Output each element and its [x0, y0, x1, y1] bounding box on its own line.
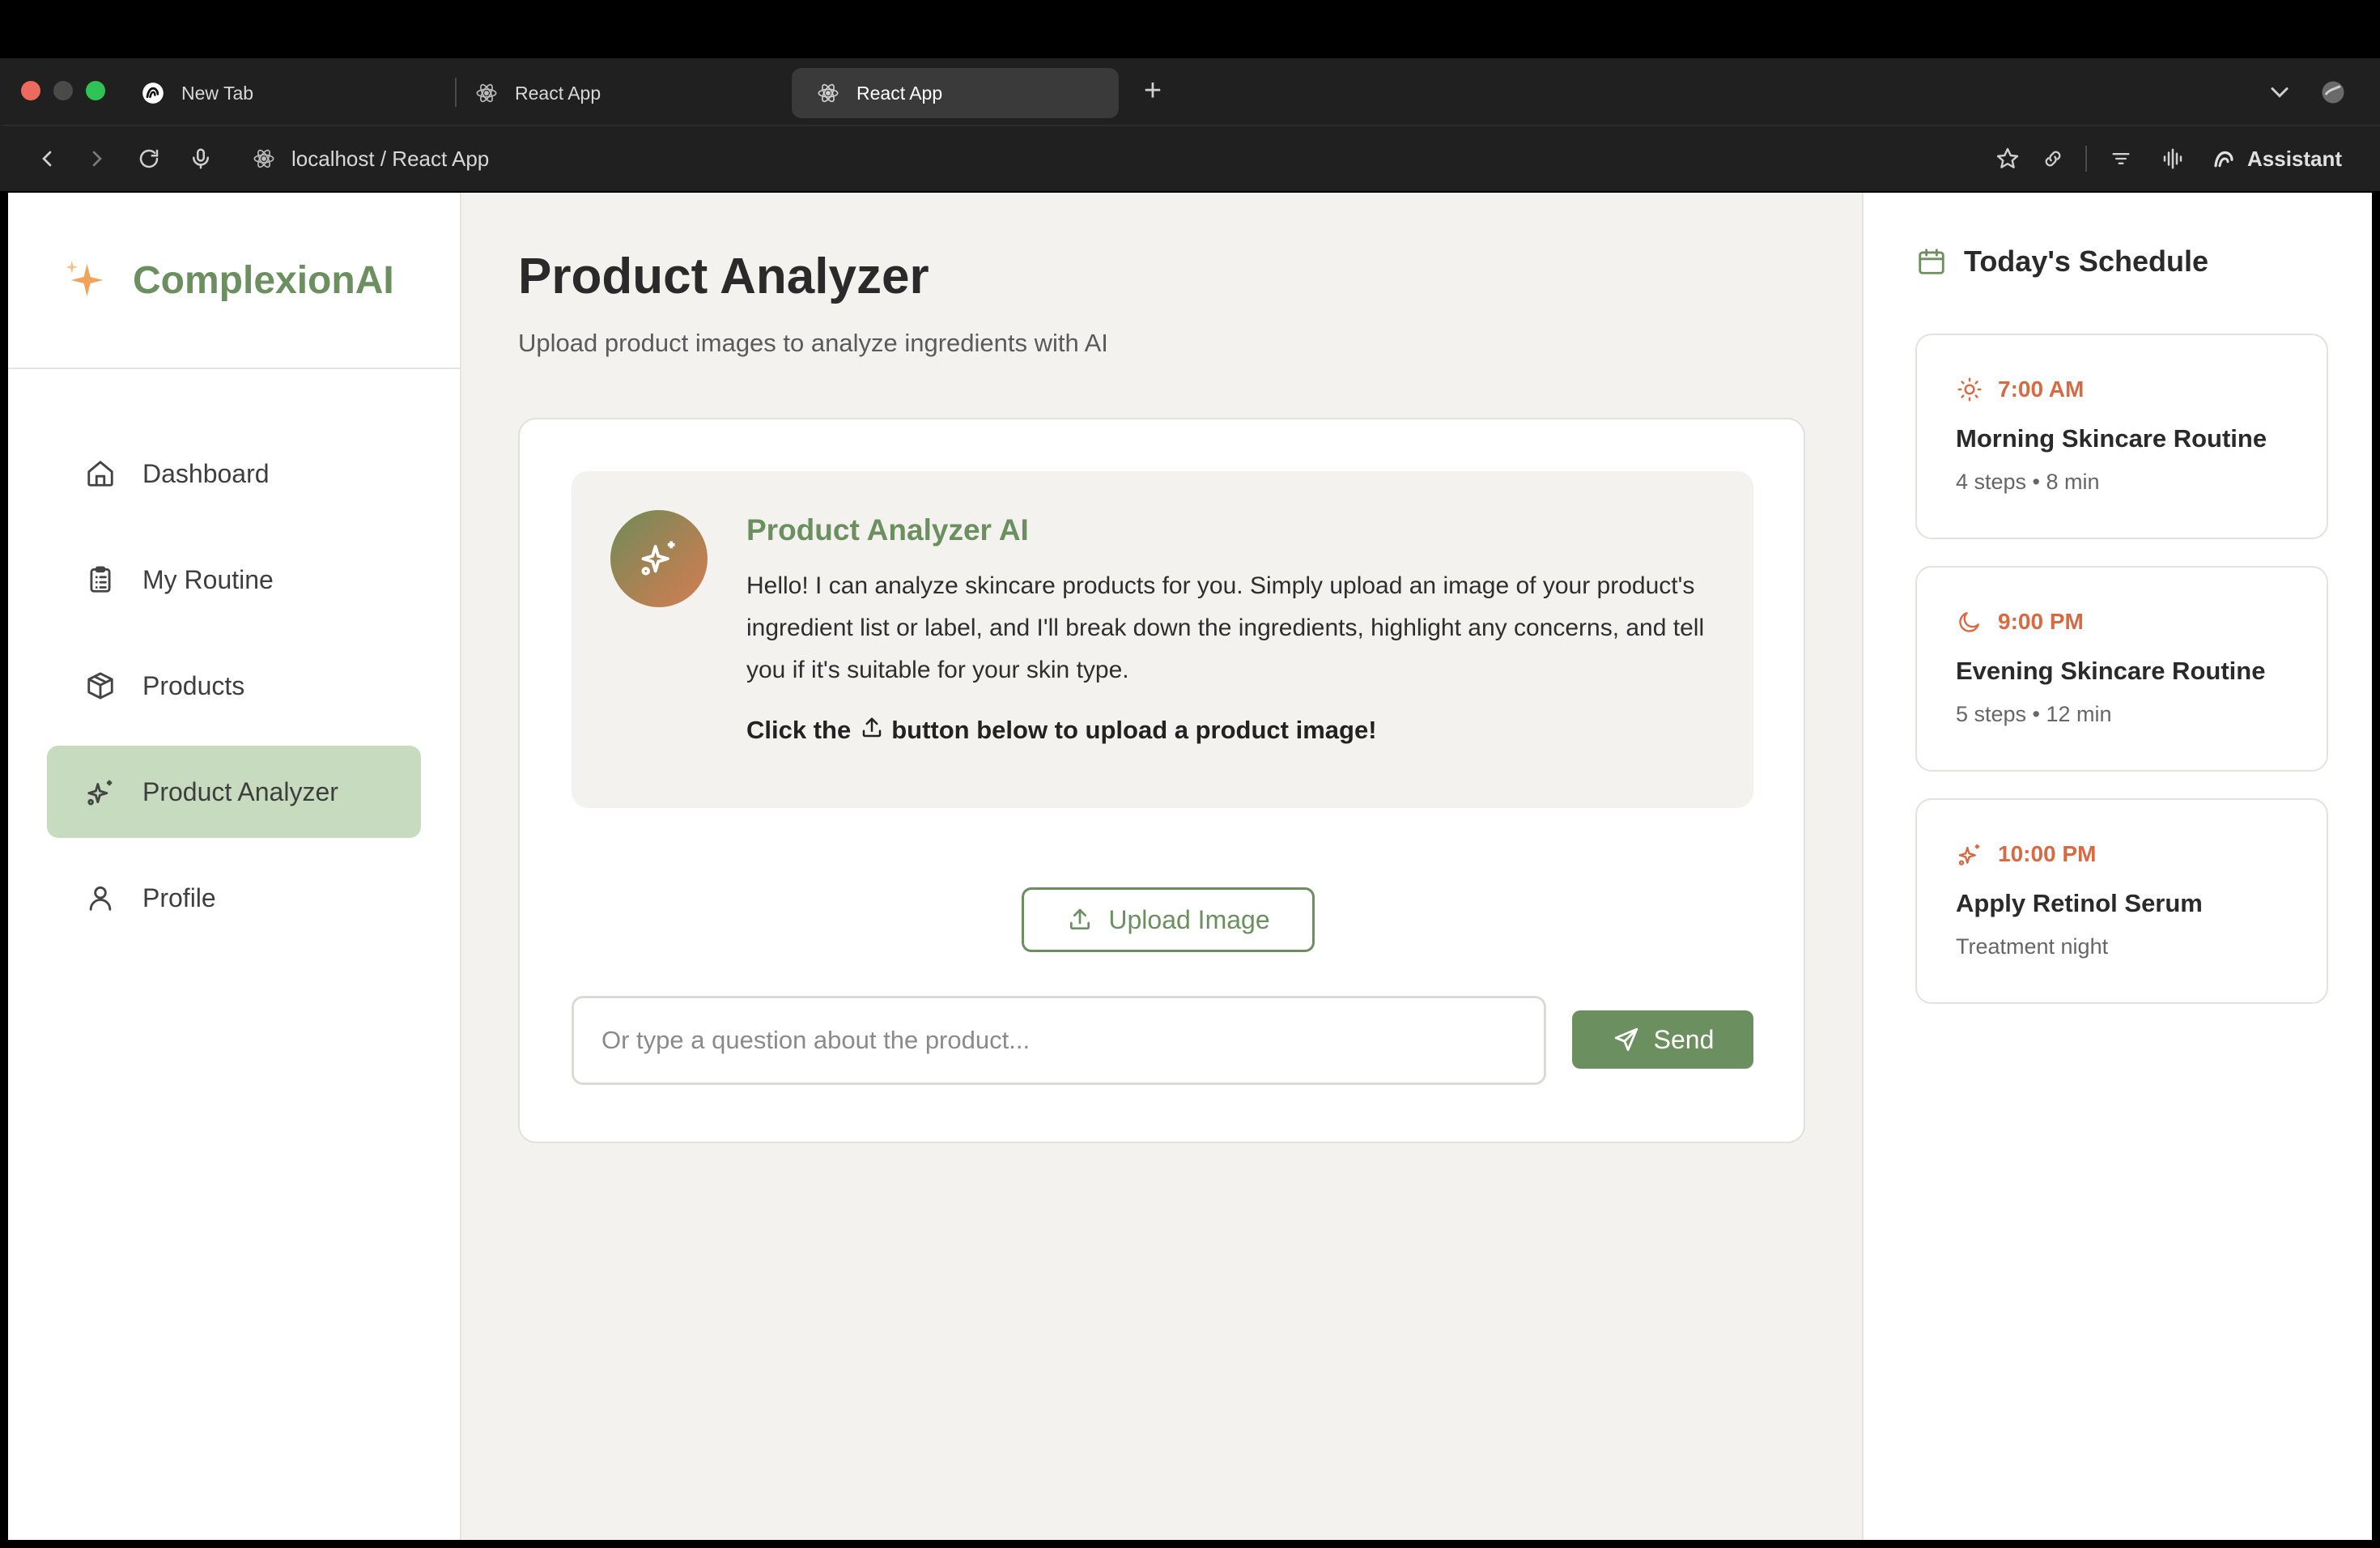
sparkles-logo-icon — [58, 253, 112, 307]
back-arrow-icon[interactable] — [31, 142, 63, 175]
sparkles-icon — [84, 776, 117, 808]
assistant-name: Product Analyzer AI — [746, 513, 1029, 546]
event-title: Evening Skincare Routine — [1956, 657, 2266, 685]
sidebar: ComplexionAI Dashboard My Routine Produc… — [8, 193, 461, 1540]
schedule-event[interactable]: 9:00 PM Evening Skincare Routine 5 steps… — [1915, 566, 2328, 772]
browser-tab-new-tab[interactable]: New Tab — [117, 68, 432, 118]
upload-image-button[interactable]: Upload Image — [1022, 887, 1315, 952]
event-time-label: 9:00 PM — [1998, 609, 2084, 634]
sidebar-item-label: Product Analyzer — [142, 776, 338, 806]
assistant-avatar — [610, 510, 708, 607]
event-time: 9:00 PM — [1956, 608, 2084, 636]
new-tab-plus-icon[interactable]: + — [1137, 74, 1169, 107]
schedule-title: Today's Schedule — [1964, 245, 2208, 278]
tab-title: New Tab — [181, 82, 254, 104]
react-icon — [474, 81, 499, 105]
user-icon — [84, 882, 117, 914]
address-bar[interactable]: localhost / React App — [251, 142, 489, 175]
question-input[interactable] — [572, 996, 1546, 1085]
app-viewport: ComplexionAI Dashboard My Routine Produc… — [8, 193, 2372, 1540]
sidebar-nav: Dashboard My Routine Products Product An… — [47, 427, 421, 958]
analyzer-card: Product Analyzer AI Hello! I can analyze… — [518, 418, 1805, 1143]
forward-arrow-icon[interactable] — [81, 142, 113, 175]
calendar-icon — [1915, 245, 1948, 278]
event-time-label: 10:00 PM — [1998, 841, 2097, 866]
sidebar-item-label: Dashboard — [142, 458, 270, 488]
assistant-button[interactable]: Assistant — [2210, 142, 2342, 175]
react-icon — [251, 146, 277, 172]
screen-top-bar — [0, 0, 2380, 58]
assistant-message: Hello! I can analyze skincare products f… — [746, 572, 1705, 683]
assistant-cta: Click the button below to upload a produ… — [746, 716, 1377, 745]
sidebar-item-products[interactable]: Products — [47, 640, 421, 732]
arc-assistant-icon — [2210, 145, 2238, 172]
event-meta: 5 steps • 12 min — [1956, 702, 2112, 726]
sidebar-item-profile[interactable]: Profile — [47, 852, 421, 944]
event-meta: Treatment night — [1956, 934, 2109, 959]
reader-lines-icon[interactable] — [2105, 142, 2137, 175]
brand-name: ComplexionAI — [133, 258, 394, 302]
sidebar-item-label: My Routine — [142, 564, 274, 594]
audio-waveform-icon[interactable] — [2157, 142, 2189, 175]
event-time: 10:00 PM — [1956, 840, 2096, 868]
window-zoom-button[interactable] — [86, 81, 105, 100]
arc-icon — [141, 81, 165, 105]
event-time-label: 7:00 AM — [1998, 376, 2085, 402]
react-icon — [816, 81, 840, 105]
tab-title: React App — [515, 82, 601, 104]
event-time: 7:00 AM — [1956, 376, 2084, 403]
microphone-icon[interactable] — [185, 142, 217, 175]
browser-tab-react-app[interactable]: React App — [450, 68, 774, 118]
schedule-event[interactable]: 10:00 PM Apply Retinol Serum Treatment n… — [1915, 798, 2328, 1004]
upload-image-label: Upload Image — [1108, 904, 1270, 934]
page-title: Product Analyzer — [518, 249, 929, 304]
reload-icon[interactable] — [133, 142, 165, 175]
page-subtitle: Upload product images to analyze ingredi… — [518, 329, 1108, 357]
moon-icon — [1956, 608, 1983, 636]
bookmark-star-icon[interactable] — [1991, 142, 2024, 175]
window-close-button[interactable] — [21, 81, 40, 100]
assistant-message-bubble: Product Analyzer AI Hello! I can analyze… — [572, 471, 1753, 808]
copy-link-icon[interactable] — [2037, 142, 2069, 175]
url-text: localhost / React App — [291, 146, 490, 171]
browser-tab-react-app-active[interactable]: React App — [792, 68, 1119, 118]
toolbar-separator — [2085, 146, 2087, 172]
sparkles-icon — [638, 536, 680, 582]
sidebar-item-label: Profile — [142, 882, 216, 912]
package-icon — [84, 670, 117, 702]
send-icon — [1612, 1025, 1641, 1054]
clipboard-list-icon — [84, 563, 117, 596]
main-content: Product Analyzer Upload product images t… — [461, 193, 1862, 1540]
sidebar-item-product-analyzer[interactable]: Product Analyzer — [47, 746, 421, 838]
sidebar-item-label: Products — [142, 670, 245, 700]
sun-icon — [1956, 376, 1983, 403]
home-icon — [84, 457, 117, 490]
window-minimize-button[interactable] — [53, 81, 73, 100]
sidebar-item-my-routine[interactable]: My Routine — [47, 534, 421, 626]
event-title: Apply Retinol Serum — [1956, 889, 2203, 917]
schedule-panel: Today's Schedule 7:00 AM Morning Skincar… — [1862, 193, 2372, 1540]
upload-icon — [859, 716, 885, 745]
sidebar-item-dashboard[interactable]: Dashboard — [47, 427, 421, 520]
schedule-header: Today's Schedule — [1915, 245, 2208, 279]
upload-icon — [1066, 906, 1094, 933]
cta-text-before: Click the — [746, 716, 852, 744]
schedule-event[interactable]: 7:00 AM Morning Skincare Routine 4 steps… — [1915, 334, 2328, 539]
brand-header: ComplexionAI — [8, 193, 460, 369]
event-title: Morning Skincare Routine — [1956, 424, 2267, 453]
sparkles-icon — [1956, 840, 1983, 868]
tab-title: React App — [856, 82, 943, 104]
tab-list-chevron-down-icon[interactable] — [2265, 78, 2294, 107]
cta-text-after: button below to upload a product image! — [891, 716, 1377, 744]
event-meta: 4 steps • 8 min — [1956, 470, 2100, 494]
send-label: Send — [1653, 1024, 1715, 1054]
profile-avatar-icon[interactable] — [2318, 78, 2348, 107]
send-button[interactable]: Send — [1572, 1010, 1753, 1069]
assistant-label: Assistant — [2247, 146, 2343, 171]
